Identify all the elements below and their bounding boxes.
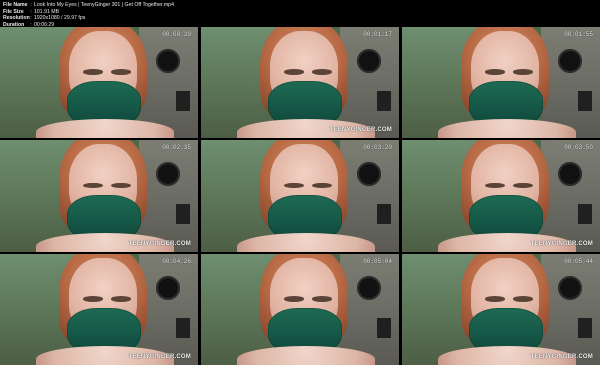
thumbnail-1[interactable]: 00:00:39 xyxy=(0,27,198,138)
eye-left xyxy=(83,69,103,75)
shoulders xyxy=(236,233,376,252)
wall-ornament xyxy=(558,276,582,300)
eye-right xyxy=(110,182,131,189)
eye-right xyxy=(512,182,533,189)
eye-left xyxy=(284,296,304,302)
wall-ornament xyxy=(156,162,180,186)
file-size-value: 101.91 MB xyxy=(34,8,60,15)
eye-right xyxy=(110,296,131,302)
timestamp: 00:05:04 xyxy=(363,258,392,265)
eye-right xyxy=(110,69,131,75)
eye-right xyxy=(512,69,533,75)
eye-left xyxy=(485,296,505,302)
wall-ornament xyxy=(357,162,381,186)
watermark: TEENYGINGER.COM xyxy=(128,241,191,247)
wall-frame xyxy=(377,91,391,111)
file-name-value: Look Into My Eyes | TeenyGinger 301 | Ge… xyxy=(34,2,174,8)
file-name-row: File Name : Look Into My Eyes | TeenyGin… xyxy=(3,2,597,9)
wall-frame xyxy=(377,204,391,224)
wall-frame xyxy=(377,318,391,338)
timestamp: 00:01:17 xyxy=(363,31,392,38)
thumbnail-9[interactable]: 00:05:44 TEENYGINGER.COM xyxy=(402,254,600,365)
eye-right xyxy=(311,296,332,302)
file-size-row: File Size : 101.91 MB xyxy=(3,9,597,16)
timestamp: 00:01:55 xyxy=(564,31,593,38)
watermark: TEENYGINGER.COM xyxy=(530,241,593,247)
file-info-header: File Name : Look Into My Eyes | TeenyGin… xyxy=(0,0,600,28)
watermark: TEENYGINGER.COM xyxy=(329,127,392,133)
wall-frame xyxy=(578,318,592,338)
wall-ornament xyxy=(558,49,582,73)
eye-left xyxy=(284,69,304,75)
timestamp: 00:03:20 xyxy=(363,144,392,151)
wall-ornament xyxy=(357,49,381,73)
shoulders xyxy=(35,119,175,138)
thumbnail-2[interactable]: 00:01:17 TEENYGINGER.COM xyxy=(201,27,399,138)
eye-left xyxy=(83,296,103,302)
shoulders xyxy=(236,346,376,365)
watermark: TEENYGINGER.COM xyxy=(530,354,593,360)
file-size-label: File Size xyxy=(3,8,24,15)
eye-right xyxy=(311,182,332,189)
eye-left xyxy=(83,182,103,189)
thumbnail-7[interactable]: 00:04:26 TEENYGINGER.COM xyxy=(0,254,198,365)
shoulders xyxy=(437,119,577,138)
thumbnail-8[interactable]: 00:05:04 xyxy=(201,254,399,365)
eye-right xyxy=(311,69,332,75)
eye-left xyxy=(284,182,304,189)
wall-ornament xyxy=(357,276,381,300)
wall-ornament xyxy=(558,162,582,186)
wall-frame xyxy=(176,318,190,338)
wall-frame xyxy=(578,91,592,111)
thumbnail-4[interactable]: 00:02:35 TEENYGINGER.COM xyxy=(0,140,198,252)
wall-frame xyxy=(578,204,592,224)
resolution-label: Resolution xyxy=(3,15,30,22)
thumbnail-6[interactable]: 00:03:50 TEENYGINGER.COM xyxy=(402,140,600,252)
wall-frame xyxy=(176,204,190,224)
timestamp: 00:03:50 xyxy=(564,144,593,151)
timestamp: 00:02:35 xyxy=(162,144,191,151)
wall-ornament xyxy=(156,49,180,73)
thumbnail-grid: 00:00:39 00:01:17 TEENYGINGER.COM 00:01:… xyxy=(0,27,600,365)
watermark: TEENYGINGER.COM xyxy=(128,354,191,360)
timestamp: 00:00:39 xyxy=(162,31,191,38)
wall-ornament xyxy=(156,276,180,300)
eye-left xyxy=(485,69,505,75)
thumbnail-3[interactable]: 00:01:55 xyxy=(402,27,600,138)
file-name-label: File Name xyxy=(3,2,28,8)
wall-frame xyxy=(176,91,190,111)
eye-left xyxy=(485,182,505,189)
resolution-value: 1920x1080 / 29.97 fps xyxy=(34,15,86,22)
resolution-row: Resolution : 1920x1080 / 29.97 fps xyxy=(3,15,597,22)
timestamp: 00:04:26 xyxy=(162,258,191,265)
timestamp: 00:05:44 xyxy=(564,258,593,265)
eye-right xyxy=(512,296,533,302)
thumbnail-5[interactable]: 00:03:20 xyxy=(201,140,399,252)
